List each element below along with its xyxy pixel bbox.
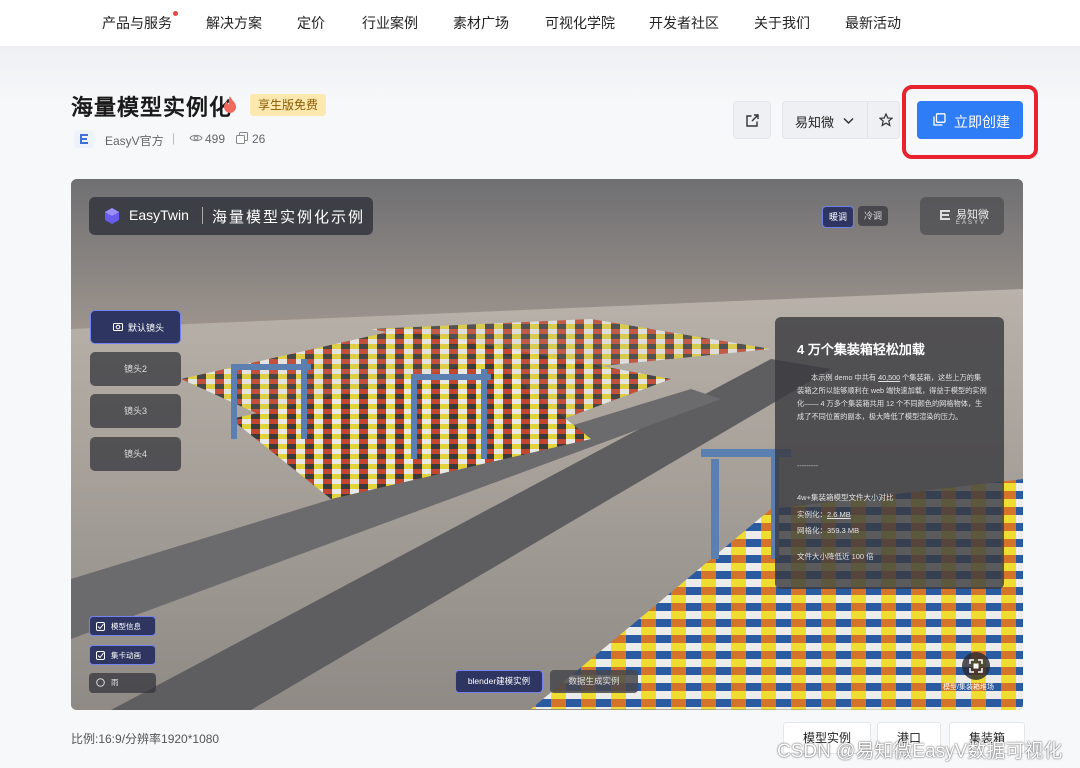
copy-icon [933, 113, 946, 126]
mesh-label: 网格化： [797, 526, 827, 535]
view-count: 499 [205, 132, 226, 146]
nav-item-cases[interactable]: 行业案例 [362, 13, 418, 33]
fire-icon [224, 96, 236, 113]
easyv-logo-icon [940, 210, 950, 220]
nav-item-about[interactable]: 关于我们 [754, 13, 810, 33]
notification-dot [173, 11, 178, 16]
scene-header: EasyTwin 海量模型实例化示例 [89, 197, 373, 235]
select-divider [867, 102, 868, 138]
star-icon[interactable] [879, 113, 893, 127]
camera-3-button[interactable]: 镜头3 [90, 394, 181, 428]
toggle-label: 雨 [111, 678, 119, 687]
eye-icon [189, 134, 203, 142]
logo-text-en: EASYV [956, 220, 987, 226]
scene-title: 海量模型实例化示例 [212, 209, 366, 226]
tab-blender-instance[interactable]: blender建模实例 [455, 670, 543, 693]
camera-2-button[interactable]: 镜头2 [90, 352, 181, 386]
tab-data-instance[interactable]: 数据生成实例 [550, 670, 638, 693]
check-icon [96, 622, 105, 631]
nav-item-academy[interactable]: 可视化学院 [545, 13, 615, 33]
camera-icon [113, 323, 123, 331]
camera-default-button[interactable]: 默认镜头 [90, 310, 181, 344]
info-panel: 4 万个集装箱轻松加载 本示例 demo 中共有 40,500 个集装箱，这些上… [775, 317, 1004, 589]
share-icon [746, 114, 759, 127]
instance-label: 实例化： [797, 510, 827, 519]
fullscreen-icon [969, 659, 983, 673]
instance-value: 2.6 MB [827, 510, 851, 519]
instance-size: 实例化：2.6 MB [797, 509, 851, 520]
nav-item-developers[interactable]: 开发者社区 [649, 13, 719, 33]
info-heading: 4 万个集装箱轻松加载 [797, 342, 925, 357]
mesh-size: 网格化：359.3 MB [797, 525, 859, 536]
camera-4-button[interactable]: 镜头4 [90, 437, 181, 471]
info-body: 本示例 demo 中共有 40,500 个集装箱，这些上万的集装箱之所以能够顺利… [797, 371, 987, 423]
brand-select-value: 易知微 [795, 115, 835, 130]
author-logo [74, 130, 94, 148]
toggle-label: 集卡动画 [111, 651, 141, 660]
radio-icon [96, 678, 105, 687]
author-name[interactable]: EasyV官方 [105, 132, 164, 149]
size-summary: 文件大小降低近 100 倍 [797, 552, 874, 561]
nav-label: 产品与服务 [102, 15, 172, 31]
refresh-button[interactable] [733, 101, 771, 139]
toggle-label: 模型信息 [111, 622, 141, 631]
mesh-value: 359.3 MB [827, 526, 860, 535]
header-divider [202, 207, 203, 224]
meta-separator: | [172, 131, 176, 145]
brand-select[interactable]: 易知微 [782, 101, 900, 139]
scene-preview[interactable]: EasyTwin 海量模型实例化示例 暖调 冷调 易知微 EASYV 默认镜头 … [71, 179, 1023, 710]
free-badge: 享生版免费 [250, 94, 327, 116]
nav-item-solutions[interactable]: 解决方案 [206, 13, 262, 33]
nav-item-products[interactable]: 产品与服务 [102, 11, 178, 33]
create-now-button[interactable]: 立即创建 [917, 101, 1023, 139]
chevron-down-icon [843, 117, 854, 125]
ratio-info: 比例:16:9/分辨率1920*1080 [71, 732, 220, 746]
template-title: 海量模型实例化 [71, 95, 233, 120]
check-icon [96, 651, 105, 660]
model-tree-label: 模型/集装箱堆场 [943, 684, 994, 691]
nav-item-pricing[interactable]: 定价 [297, 13, 325, 33]
nav-item-materials[interactable]: 素材广场 [453, 13, 509, 33]
info-body-text: 本示例 demo 中共有 [811, 373, 879, 382]
create-now-label: 立即创建 [954, 114, 1010, 130]
compare-title: 4w+集装箱模型文件大小对比 [797, 493, 894, 502]
info-body-count: 40,500 [878, 373, 901, 382]
toggle-truck-animation[interactable]: 集卡动画 [89, 645, 156, 665]
camera-label: 默认镜头 [128, 323, 165, 333]
app-name: EasyTwin [129, 207, 189, 223]
fullscreen-button[interactable] [962, 652, 990, 680]
info-divider: --------- [797, 463, 818, 470]
toggle-rain[interactable]: 雨 [89, 673, 156, 693]
copy-count: 26 [252, 132, 266, 146]
brand-logo: 易知微 EASYV [920, 197, 1004, 235]
csdn-watermark: CSDN @易知微EasyV数据可视化 [777, 741, 1063, 762]
theme-warm-button[interactable]: 暖调 [822, 206, 854, 228]
theme-cool-button[interactable]: 冷调 [858, 206, 888, 226]
nav-item-events[interactable]: 最新活动 [845, 13, 901, 33]
easytwin-logo-icon [105, 208, 119, 224]
copy-count-icon [236, 132, 248, 144]
toggle-model-info[interactable]: 模型信息 [89, 616, 156, 636]
top-nav: 产品与服务 解决方案 定价 行业案例 素材广场 可视化学院 开发者社区 关于我们… [0, 0, 1080, 47]
